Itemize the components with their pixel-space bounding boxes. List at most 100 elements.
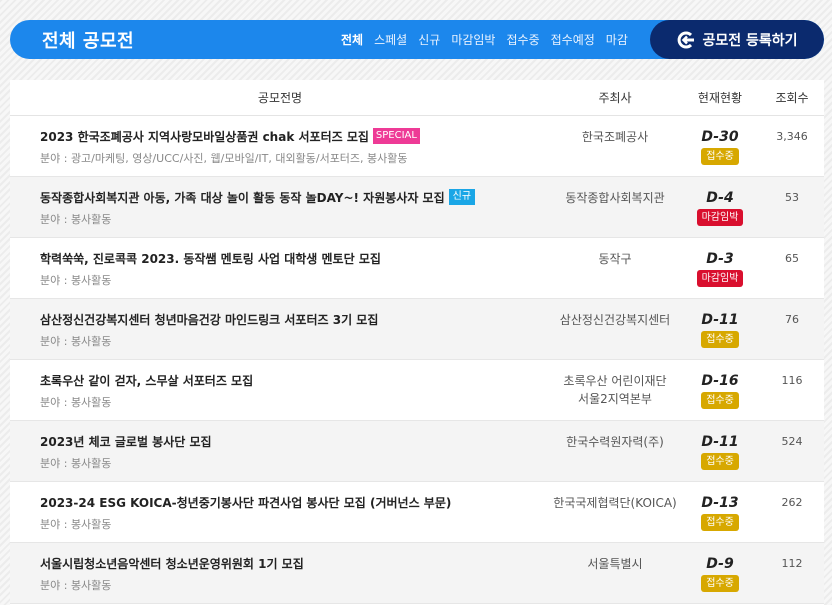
- row-org-line1: 동작구: [598, 252, 632, 266]
- row-views: 3,346: [776, 130, 808, 143]
- table-row[interactable]: 학력쑥쑥, 진로콕콕 2023. 동작쌤 멘토링 사업 대학생 멘토단 모집분야…: [10, 238, 824, 299]
- new-badge: 신규: [448, 189, 476, 205]
- row-org: 동작구: [550, 238, 680, 298]
- register-contest-button[interactable]: 공모전 등록하기: [650, 20, 824, 59]
- row-org-line1: 삼산정신건강복지센터: [559, 313, 671, 327]
- filter-new[interactable]: 신규: [418, 31, 440, 48]
- row-status: D-13 접수중: [680, 482, 760, 542]
- filter-upcoming[interactable]: 접수예정: [551, 31, 595, 48]
- header-org: 주최사: [598, 91, 632, 105]
- table-row[interactable]: 동작종합사회복지관 아동, 가족 대상 놀이 활동 동작 놀DAY~! 자원봉사…: [10, 177, 824, 238]
- row-org: 한국수력원자력(주): [550, 421, 680, 481]
- table-row[interactable]: 서울시립청소년음악센터 청소년운영위원회 1기 모집분야 : 봉사활동 서울특별시…: [10, 543, 824, 604]
- row-name-cell: 학력쑥쑥, 진로콕콕 2023. 동작쌤 멘토링 사업 대학생 멘토단 모집분야…: [10, 238, 550, 298]
- table-row[interactable]: 2023-24 ESG KOICA-청년중기봉사단 파견사업 봉사단 모집 (거…: [10, 482, 824, 543]
- row-state-badge: 접수중: [701, 453, 739, 470]
- filter-open[interactable]: 접수중: [506, 31, 539, 48]
- filter-closed[interactable]: 마감: [606, 31, 628, 48]
- row-status: D-9 접수중: [680, 543, 760, 603]
- row-title-line[interactable]: 동작종합사회복지관 아동, 가족 대상 놀이 활동 동작 놀DAY~! 자원봉사…: [40, 189, 550, 205]
- row-org: 서울특별시: [550, 543, 680, 603]
- row-dday: D-4: [706, 190, 734, 206]
- filter-all[interactable]: 전체: [341, 31, 363, 48]
- row-title[interactable]: 학력쑥쑥, 진로콕콕 2023. 동작쌤 멘토링 사업 대학생 멘토단 모집: [40, 250, 381, 267]
- row-dday: D-13: [701, 495, 739, 511]
- row-org: 초록우산 어린이재단서울2지역본부: [550, 360, 680, 420]
- filter-closing-soon[interactable]: 마감임박: [451, 31, 495, 48]
- row-name-cell: 2023년 체코 글로벌 봉사단 모집 분야 : 봉사활동: [10, 421, 550, 481]
- row-status: D-11 접수중: [680, 299, 760, 359]
- row-views: 53: [785, 191, 799, 204]
- row-dday: D-3: [706, 251, 734, 267]
- row-name-cell: 2023 한국조폐공사 지역사랑모바일상품권 chak 서포터즈 모집 SPECI…: [10, 116, 550, 176]
- table-row[interactable]: 삼산정신건강복지센터 청년마음건강 마인드링크 서포터즈 3기 모집분야 : 봉…: [10, 299, 824, 360]
- row-org-line1: 서울특별시: [587, 557, 643, 571]
- row-views: 65: [785, 252, 799, 265]
- row-field: 분야 : 봉사활동: [40, 274, 112, 287]
- special-badge: SPECIAL: [372, 128, 420, 144]
- table-row[interactable]: 초록우산 같이 걷자, 스무살 서포터즈 모집 분야 : 봉사활동 초록우산 어린이…: [10, 360, 824, 421]
- page-header: 전체 공모전 전체 스페셜 신규 마감임박 접수중 접수예정 마감 공모전 등록…: [10, 20, 824, 59]
- row-state-badge: 접수중: [701, 331, 739, 348]
- row-state-badge: 접수중: [701, 392, 739, 409]
- row-views: 262: [781, 496, 803, 509]
- row-name-cell: 서울시립청소년음악센터 청소년운영위원회 1기 모집분야 : 봉사활동: [10, 543, 550, 603]
- row-title[interactable]: 서울시립청소년음악센터 청소년운영위원회 1기 모집: [40, 555, 304, 572]
- row-state-badge: 접수중: [701, 514, 739, 531]
- g-arrow-icon: [678, 31, 695, 48]
- row-dday: D-30: [701, 129, 739, 145]
- row-org-line2: 서울2지역본부: [578, 392, 652, 406]
- row-org-line1: 동작종합사회복지관: [565, 191, 665, 205]
- table-header: 공모전명 주최사 현재현황 조회수: [10, 80, 824, 116]
- row-title[interactable]: 2023년 체코 글로벌 봉사단 모집: [40, 433, 212, 450]
- filter-nav: 전체 스페셜 신규 마감임박 접수중 접수예정 마감: [341, 20, 639, 59]
- row-title[interactable]: 2023-24 ESG KOICA-청년중기봉사단 파견사업 봉사단 모집 (거…: [40, 494, 451, 511]
- header-name: 공모전명: [257, 91, 303, 105]
- row-title[interactable]: 삼산정신건강복지센터 청년마음건강 마인드링크 서포터즈 3기 모집: [40, 311, 378, 328]
- row-field: 분야 : 봉사활동: [40, 518, 112, 531]
- row-dday: D-11: [701, 312, 739, 328]
- table-body: 2023 한국조폐공사 지역사랑모바일상품권 chak 서포터즈 모집 SPECI…: [10, 116, 824, 604]
- row-title-line[interactable]: 2023 한국조폐공사 지역사랑모바일상품권 chak 서포터즈 모집 SPECI…: [40, 128, 550, 144]
- row-org-line1: 한국수력원자력(주): [566, 435, 664, 449]
- row-title-line[interactable]: 2023년 체코 글로벌 봉사단 모집: [40, 433, 550, 449]
- row-org-line1: 한국조폐공사: [581, 130, 649, 144]
- row-status: D-4 마감임박: [680, 177, 760, 237]
- row-name-cell: 동작종합사회복지관 아동, 가족 대상 놀이 활동 동작 놀DAY~! 자원봉사…: [10, 177, 550, 237]
- row-title-line[interactable]: 학력쑥쑥, 진로콕콕 2023. 동작쌤 멘토링 사업 대학생 멘토단 모집: [40, 250, 550, 266]
- table-row[interactable]: 2023년 체코 글로벌 봉사단 모집 분야 : 봉사활동 한국수력원자력(주) D-…: [10, 421, 824, 482]
- row-state-badge: 접수중: [701, 148, 739, 165]
- row-status: D-3 마감임박: [680, 238, 760, 298]
- filter-special[interactable]: 스페셜: [374, 31, 407, 48]
- row-name-cell: 초록우산 같이 걷자, 스무살 서포터즈 모집분야 : 봉사활동: [10, 360, 550, 420]
- row-state-badge: 마감임박: [696, 270, 744, 287]
- row-field: 분야 : 봉사활동: [40, 579, 112, 592]
- row-title-line[interactable]: 2023-24 ESG KOICA-청년중기봉사단 파견사업 봉사단 모집 (거…: [40, 494, 550, 510]
- row-status: D-30 접수중: [680, 116, 760, 176]
- row-title[interactable]: 2023 한국조폐공사 지역사랑모바일상품권 chak 서포터즈 모집: [40, 128, 369, 145]
- row-org-line1: 한국국제협력단(KOICA): [553, 496, 677, 510]
- row-field: 분야 : 봉사활동: [40, 335, 112, 348]
- row-views: 116: [781, 374, 803, 387]
- row-title[interactable]: 동작종합사회복지관 아동, 가족 대상 놀이 활동 동작 놀DAY~! 자원봉사…: [40, 189, 445, 206]
- row-org-line1: 초록우산 어린이재단: [563, 374, 667, 388]
- row-field: 분야 : 봉사활동: [40, 396, 112, 409]
- row-views: 112: [781, 557, 803, 570]
- table-row[interactable]: 2023 한국조폐공사 지역사랑모바일상품권 chak 서포터즈 모집 SPECI…: [10, 116, 824, 177]
- register-contest-label: 공모전 등록하기: [702, 32, 798, 49]
- row-org: 삼산정신건강복지센터: [550, 299, 680, 359]
- row-status: D-16 접수중: [680, 360, 760, 420]
- row-title-line[interactable]: 초록우산 같이 걷자, 스무살 서포터즈 모집: [40, 372, 550, 388]
- row-state-badge: 접수중: [701, 575, 739, 592]
- row-title-line[interactable]: 삼산정신건강복지센터 청년마음건강 마인드링크 서포터즈 3기 모집: [40, 311, 550, 327]
- header-status: 현재현황: [697, 91, 743, 105]
- row-title-line[interactable]: 서울시립청소년음악센터 청소년운영위원회 1기 모집: [40, 555, 550, 571]
- row-state-badge: 마감임박: [696, 209, 744, 226]
- row-field: 분야 : 광고/마케팅, 영상/UCC/사진, 웹/모바일/IT, 대외활동/서…: [40, 152, 408, 165]
- row-field: 분야 : 봉사활동: [40, 213, 112, 226]
- row-status: D-11 접수중: [680, 421, 760, 481]
- row-org: 동작종합사회복지관: [550, 177, 680, 237]
- contest-table: 공모전명 주최사 현재현황 조회수 2023 한국조폐공사 지역사랑모바일상품권…: [10, 80, 824, 605]
- row-title[interactable]: 초록우산 같이 걷자, 스무살 서포터즈 모집: [40, 372, 253, 389]
- row-name-cell: 2023-24 ESG KOICA-청년중기봉사단 파견사업 봉사단 모집 (거…: [10, 482, 550, 542]
